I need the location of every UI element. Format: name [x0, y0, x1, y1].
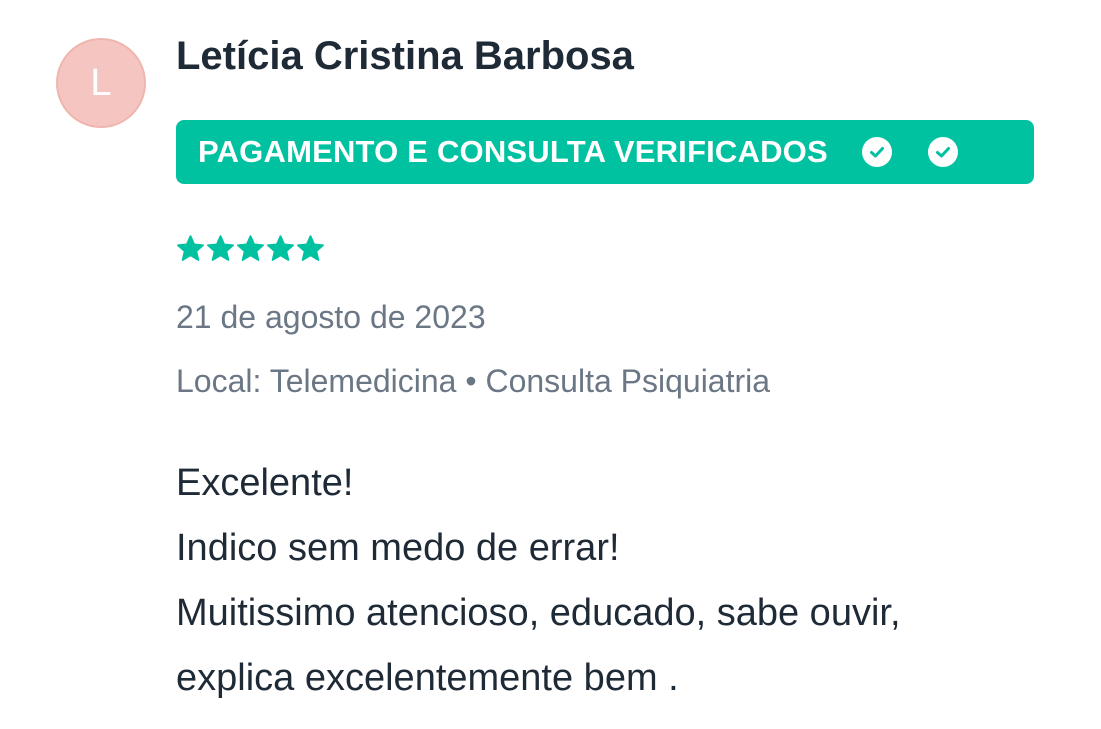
check-circle-icon	[927, 137, 958, 167]
author-name[interactable]: Letícia Cristina Barbosa	[176, 30, 1076, 82]
service-label: Consulta Psiquiatria	[485, 363, 771, 399]
review-body-line: Muitissimo atencioso, educado, sabe ouvi…	[176, 592, 901, 634]
star-rating	[176, 234, 1076, 264]
verified-badge: PAGAMENTO E CONSULTA VERIFICADOS	[176, 120, 1034, 184]
star-icon	[297, 235, 324, 261]
star-icon	[207, 235, 234, 261]
star-icon	[267, 235, 294, 261]
review-card: L Letícia Cristina Barbosa PAGAMENTO E C…	[0, 0, 1101, 729]
star-icon	[237, 235, 264, 261]
review-body-line: explica excelentemente bem .	[176, 657, 679, 699]
review-body-line: Indico sem medo de errar!	[176, 527, 620, 569]
meta-separator: •	[465, 363, 477, 399]
review-content: Letícia Cristina Barbosa PAGAMENTO E CON…	[176, 30, 1076, 711]
verified-badge-label: PAGAMENTO E CONSULTA VERIFICADOS	[198, 134, 828, 169]
avatar[interactable]: L	[56, 38, 146, 128]
location-label: Local: Telemedicina	[176, 363, 457, 399]
avatar-initial: L	[90, 61, 112, 104]
review-body: Excelente! Indico sem medo de errar! Mui…	[176, 451, 1076, 711]
review-date: 21 de agosto de 2023	[176, 299, 486, 335]
star-icon	[177, 235, 204, 261]
check-circle-icon	[861, 137, 892, 167]
review-meta: Local: Telemedicina • Consulta Psiquiatr…	[176, 361, 1076, 401]
review-body-line: Excelente!	[176, 462, 354, 504]
